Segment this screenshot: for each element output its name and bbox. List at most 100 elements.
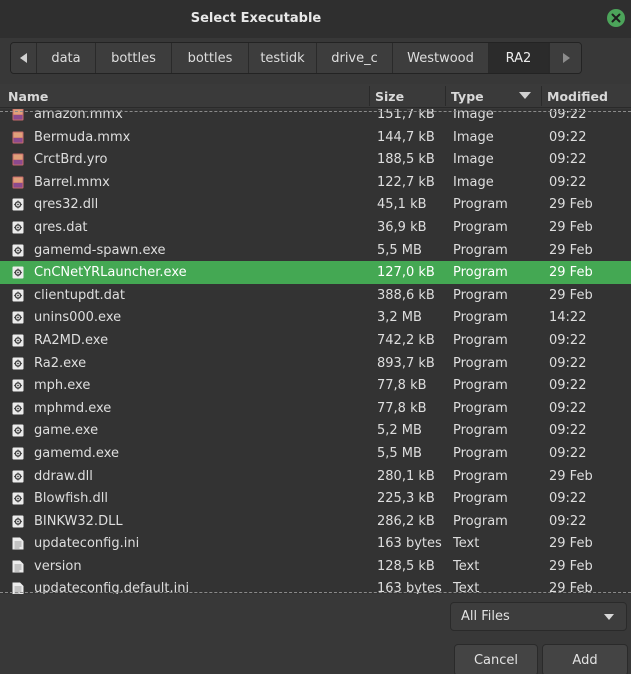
type-column-header[interactable]: Type [451, 89, 484, 104]
file-row[interactable]: CrctBrd.yro 188,5 kB Image 09:22 [0, 148, 631, 171]
file-type: Program [453, 287, 508, 303]
file-type: Program [453, 332, 508, 348]
file-row[interactable]: unins000.exe 3,2 MB Program 14:22 [0, 306, 631, 329]
path-crumb-data[interactable]: data [37, 43, 96, 73]
file-name: mph.exe [34, 378, 91, 394]
file-size: 286,2 kB [377, 513, 435, 529]
file-row[interactable]: updateconfig.ini 163 bytes Text 29 Feb [0, 532, 631, 555]
file-row[interactable]: Blowfish.dll 225,3 kB Program 09:22 [0, 487, 631, 510]
file-size: 122,7 kB [377, 174, 435, 190]
file-row[interactable]: mphmd.exe 77,8 kB Program 09:22 [0, 397, 631, 420]
file-row[interactable]: version 128,5 kB Text 29 Feb [0, 555, 631, 578]
path-crumb-testidk[interactable]: testidk [249, 43, 317, 73]
file-type: Program [453, 242, 508, 258]
file-name: CrctBrd.yro [34, 152, 108, 168]
file-size: 188,5 kB [377, 152, 435, 168]
sort-arrow-icon[interactable] [519, 92, 531, 100]
file-size: 225,3 kB [377, 491, 435, 507]
file-row[interactable]: qres32.dll 45,1 kB Program 29 Feb [0, 193, 631, 216]
close-icon [611, 13, 621, 23]
file-name: mphmd.exe [34, 400, 112, 416]
file-type: Text [453, 558, 480, 574]
file-row[interactable]: game.exe 5,2 MB Program 09:22 [0, 419, 631, 442]
file-size: 388,6 kB [377, 287, 435, 303]
file-name: CnCNetYRLauncher.exe [34, 265, 187, 281]
file-row[interactable]: Bermuda.mmx 144,7 kB Image 09:22 [0, 126, 631, 149]
add-button[interactable]: Add [542, 644, 628, 674]
file-row[interactable]: ddraw.dll 280,1 kB Program 29 Feb [0, 465, 631, 488]
file-row[interactable]: Barrel.mmx 122,7 kB Image 09:22 [0, 171, 631, 194]
file-modified: 29 Feb [549, 558, 593, 574]
file-row[interactable]: mph.exe 77,8 kB Program 09:22 [0, 374, 631, 397]
file-list[interactable]: amazon.mmx 151,7 kB Image 09:22 Bermuda.mmx 1… [0, 109, 631, 594]
file-type: Image [453, 152, 494, 168]
file-type: Program [453, 219, 508, 235]
path-crumb-drive-c[interactable]: drive_c [317, 43, 393, 73]
file-size: 280,1 kB [377, 468, 435, 484]
path-crumb-bottles[interactable]: bottles [96, 43, 172, 73]
file-row-selected[interactable]: CnCNetYRLauncher.exe 127,0 kB Program 29 Fe… [0, 261, 631, 284]
file-type: Program [453, 423, 508, 439]
file-modified: 09:22 [549, 378, 587, 394]
file-type: Program [453, 378, 508, 394]
file-modified: 29 Feb [549, 468, 593, 484]
modified-column-header[interactable]: Modified [547, 89, 608, 104]
file-type: Program [453, 265, 508, 281]
file-size: 3,2 MB [377, 310, 422, 326]
file-name: BINKW32.DLL [34, 513, 123, 529]
file-name: Ra2.exe [34, 355, 87, 371]
file-size: 5,2 MB [377, 423, 422, 439]
file-name: gamemd.exe [34, 445, 119, 461]
file-modified: 29 Feb [549, 536, 593, 552]
file-row[interactable]: gamemd.exe 5,5 MB Program 09:22 [0, 442, 631, 465]
file-type: Program [453, 355, 508, 371]
file-modified: 09:22 [549, 332, 587, 348]
file-row[interactable]: BINKW32.DLL 286,2 kB Program 09:22 [0, 510, 631, 533]
file-modified: 29 Feb [549, 197, 593, 213]
cancel-button[interactable]: Cancel [454, 644, 538, 674]
file-modified: 14:22 [549, 310, 587, 326]
file-name: RA2MD.exe [34, 332, 109, 348]
file-modified: 09:22 [549, 423, 587, 439]
file-size: 77,8 kB [377, 400, 427, 416]
file-type: Text [453, 536, 480, 552]
file-modified: 09:22 [549, 174, 587, 190]
file-type: Program [453, 310, 508, 326]
name-column-header[interactable]: Name [8, 89, 48, 104]
file-type: Program [453, 400, 508, 416]
path-scroll-right-button[interactable] [549, 43, 581, 73]
file-size: 163 bytes [377, 536, 442, 552]
file-size: 5,5 MB [377, 242, 422, 258]
path-crumb-ra2[interactable]: RA2 [489, 43, 549, 73]
file-name: updateconfig.ini [34, 536, 140, 552]
file-row[interactable]: RA2MD.exe 742,2 kB Program 09:22 [0, 329, 631, 352]
file-type: Program [453, 197, 508, 213]
file-type-filter-dropdown[interactable]: All Files [450, 602, 627, 631]
path-scroll-left-button[interactable] [11, 43, 37, 73]
file-size: 77,8 kB [377, 378, 427, 394]
file-row[interactable]: Ra2.exe 893,7 kB Program 09:22 [0, 352, 631, 375]
file-modified: 09:22 [549, 355, 587, 371]
path-crumb-bottles-2[interactable]: bottles [172, 43, 249, 73]
file-name: Barrel.mmx [34, 174, 110, 190]
path-crumb-westwood[interactable]: Westwood [393, 43, 489, 73]
file-name: version [34, 558, 82, 574]
file-row[interactable]: clientupdt.dat 388,6 kB Program 29 Feb [0, 284, 631, 307]
file-name: clientupdt.dat [34, 287, 125, 303]
file-row[interactable]: gamemd-spawn.exe 5,5 MB Program 29 Feb [0, 239, 631, 262]
file-modified: 29 Feb [549, 287, 593, 303]
size-column-header[interactable]: Size [375, 89, 404, 104]
title-bar: Select Executable [0, 0, 631, 38]
file-type: Program [453, 491, 508, 507]
file-name: unins000.exe [34, 310, 122, 326]
file-row[interactable]: qres.dat 36,9 kB Program 29 Feb [0, 216, 631, 239]
file-name: Bermuda.mmx [34, 129, 131, 145]
close-button[interactable] [607, 9, 625, 27]
column-header: Name Size Type Modified [0, 84, 631, 108]
file-size: 45,1 kB [377, 197, 427, 213]
file-modified: 29 Feb [549, 265, 593, 281]
file-modified: 09:22 [549, 400, 587, 416]
triangle-left-icon [19, 53, 27, 63]
file-name: qres32.dll [34, 197, 99, 213]
file-modified: 09:22 [549, 491, 587, 507]
